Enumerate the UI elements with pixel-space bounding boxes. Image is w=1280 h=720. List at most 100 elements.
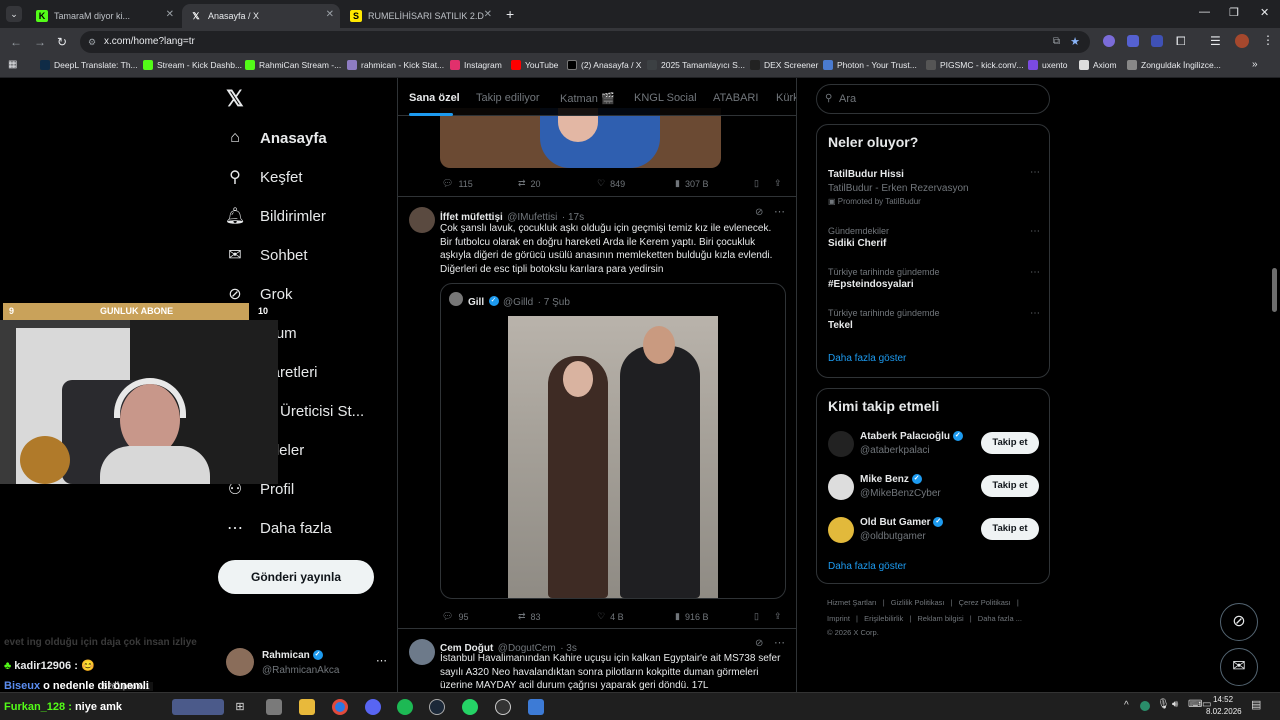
- browser-menu-icon[interactable]: ⋮: [1262, 33, 1274, 47]
- restore-icon[interactable]: ❐: [1229, 6, 1239, 19]
- trends-show-more-link[interactable]: Daha fazla göster: [828, 353, 906, 364]
- trend-more-icon[interactable]: ⋯: [1030, 267, 1040, 278]
- footer-link[interactable]: Gizlilik Politikası: [891, 598, 945, 607]
- extension-icon[interactable]: [1103, 35, 1115, 47]
- bookmark-item[interactable]: PIGSMC - kick.com/...: [926, 60, 1024, 70]
- bookmark-button[interactable]: ▯: [754, 178, 759, 189]
- account-more-icon[interactable]: ⋯: [376, 654, 387, 667]
- reply-button[interactable]: 💬︎ 95: [442, 611, 468, 622]
- bookmark-item[interactable]: DEX Screener: [750, 60, 818, 70]
- grok-fab-button[interactable]: ⊘: [1220, 603, 1258, 641]
- reply-button[interactable]: 💬︎ 115: [442, 178, 473, 189]
- bookmark-star-icon[interactable]: ★: [1070, 31, 1080, 53]
- task-view-icon[interactable]: ⊞: [232, 699, 248, 715]
- tab-for-you[interactable]: Sana özel: [409, 92, 460, 104]
- footer-link[interactable]: Hizmet Şartları: [827, 598, 877, 607]
- extension-icon[interactable]: [1151, 35, 1163, 47]
- site-info-icon[interactable]: ⚙: [88, 31, 96, 53]
- like-button[interactable]: ♡ 4 B: [597, 611, 624, 622]
- whatsapp-icon[interactable]: [462, 699, 478, 715]
- search-input[interactable]: ⚲ Ara: [816, 84, 1050, 114]
- like-button[interactable]: ♡ 849: [597, 178, 625, 189]
- extension-icon[interactable]: [1127, 35, 1139, 47]
- bookmark-item[interactable]: (2) Anasayfa / X: [567, 60, 641, 70]
- follow-button[interactable]: Takip et: [981, 518, 1039, 540]
- nav-explore[interactable]: ⚲ Keşfet: [226, 168, 302, 187]
- tray-chevron-icon[interactable]: ^: [1124, 700, 1129, 711]
- tweet-avatar[interactable]: [409, 207, 435, 233]
- discord-icon[interactable]: [365, 699, 381, 715]
- quoted-tweet[interactable]: Gill ✓ @Gilld · 7 Şub: [440, 283, 786, 599]
- grok-explain-icon[interactable]: ⊘: [755, 207, 763, 218]
- bookmark-item[interactable]: Instagram: [450, 60, 502, 70]
- views-button[interactable]: ▮ 916 B: [675, 611, 708, 622]
- nav-home[interactable]: ⌂ Anasayfa: [226, 129, 327, 147]
- quote-photo[interactable]: [508, 316, 718, 598]
- follow-button[interactable]: Takip et: [981, 475, 1039, 497]
- footer-link[interactable]: Reklam bilgisi: [917, 614, 963, 623]
- more-bookmarks-icon[interactable]: »: [1252, 59, 1258, 70]
- chrome-icon[interactable]: [332, 699, 348, 715]
- tray-icon[interactable]: [1140, 701, 1150, 711]
- previous-tweet-media[interactable]: [440, 108, 721, 168]
- trend-item[interactable]: Türkiye tarihinde gündemde #Epsteindosya…: [828, 267, 1040, 290]
- bookmark-item[interactable]: 2025 Tamamlayıcı S...: [647, 60, 745, 70]
- bookmark-button[interactable]: ▯: [754, 611, 759, 622]
- browser-tab-rumelihisari[interactable]: S RUMELİHİSARI SATILIK 2.DERECE ✕: [342, 4, 498, 28]
- bookmark-item[interactable]: YouTube: [511, 60, 558, 70]
- tab-search-icon[interactable]: ⌄: [6, 6, 22, 22]
- trend-more-icon[interactable]: ⋯: [1030, 308, 1040, 319]
- tab-kurk[interactable]: Kürk: [776, 92, 796, 104]
- bookmark-item[interactable]: Stream - Kick Dashb...: [143, 60, 242, 70]
- nav-chat[interactable]: ✉ Sohbet: [226, 246, 307, 265]
- clock-time[interactable]: 14:52: [1213, 695, 1233, 704]
- close-tab-icon[interactable]: ✕: [484, 9, 492, 20]
- nav-notifications[interactable]: 🔔︎ Bildirimler: [225, 207, 326, 226]
- volume-icon[interactable]: 🔊︎: [1172, 699, 1178, 710]
- messages-fab-button[interactable]: ✉: [1220, 648, 1258, 686]
- tweet-more-icon[interactable]: ⋯: [774, 636, 785, 649]
- profile-avatar-icon[interactable]: [1235, 34, 1249, 48]
- who-show-more-link[interactable]: Daha fazla göster: [828, 561, 906, 572]
- footer-link[interactable]: Imprint: [827, 614, 850, 623]
- account-switcher[interactable]: Rahmican ✓ @RahmicanAkca ⋯: [226, 648, 394, 678]
- follow-button[interactable]: Takip et: [981, 432, 1039, 454]
- bookmark-item[interactable]: Zonguldak İngilizce...: [1127, 60, 1221, 70]
- nav-grok[interactable]: ⊘ Grok: [226, 285, 292, 304]
- tweet-card[interactable]: Cem Doğut @DogutCem · 3s ⊘ ⋯ İstanbul Ha…: [398, 628, 796, 692]
- close-window-icon[interactable]: ✕: [1260, 6, 1269, 19]
- tweet-more-icon[interactable]: ⋯: [774, 205, 785, 218]
- repost-button[interactable]: ⇄ 20: [518, 178, 541, 189]
- reload-icon[interactable]: ↻: [57, 35, 67, 49]
- taskbar-app-icon[interactable]: [172, 699, 224, 715]
- views-button[interactable]: ▮ 307 B: [675, 178, 708, 189]
- bookmark-item[interactable]: RahmiCan Stream -...: [245, 60, 341, 70]
- notification-icon[interactable]: ▤: [1251, 698, 1261, 711]
- clock-date[interactable]: 8.02.2026: [1206, 707, 1242, 716]
- bookmark-item[interactable]: uxento: [1028, 60, 1068, 70]
- footer-link[interactable]: Daha fazla ...: [978, 614, 1022, 623]
- trend-item[interactable]: TatilBudur Hissi TatilBudur - Erken Reze…: [828, 167, 1040, 206]
- url-field[interactable]: ⚙ x.com/home?lang=tr ⧉ ★: [80, 31, 1090, 53]
- trend-item[interactable]: Gündemdekiler Sidiki Cherif ⋯: [828, 226, 1040, 249]
- post-button[interactable]: Gönderi yayınla: [218, 560, 374, 594]
- trend-more-icon[interactable]: ⋯: [1030, 167, 1040, 178]
- tab-following[interactable]: Takip ediliyor: [476, 92, 540, 104]
- tab-kngl-social[interactable]: KNGL Social: [634, 92, 697, 104]
- bookmark-item[interactable]: Axiom: [1079, 60, 1117, 70]
- trend-more-icon[interactable]: ⋯: [1030, 226, 1040, 237]
- close-tab-icon[interactable]: ✕: [166, 9, 174, 20]
- taskbar-app-icon[interactable]: [266, 699, 282, 715]
- new-tab-button[interactable]: +: [506, 6, 514, 22]
- microphone-icon[interactable]: 🎙︎: [1157, 699, 1170, 710]
- spotify-icon[interactable]: [397, 699, 413, 715]
- trend-item[interactable]: Türkiye tarihinde gündemde Tekel ⋯: [828, 308, 1040, 331]
- browser-tab-anasayfa[interactable]: 𝕏 Anasayfa / X ✕: [182, 4, 340, 28]
- bookmark-item[interactable]: rahmican - Kick Stat...: [347, 60, 444, 70]
- nav-more[interactable]: ⋯ Daha fazla: [226, 519, 332, 538]
- repost-button[interactable]: ⇄ 83: [518, 611, 541, 622]
- tweet-avatar[interactable]: [409, 639, 435, 665]
- tweet-card[interactable]: İffet müfettişi @IMufettisi · 17s ⊘ ⋯ Ço…: [398, 196, 796, 628]
- tab-atabari[interactable]: ATABARI: [713, 92, 758, 104]
- forward-icon[interactable]: →: [34, 35, 46, 49]
